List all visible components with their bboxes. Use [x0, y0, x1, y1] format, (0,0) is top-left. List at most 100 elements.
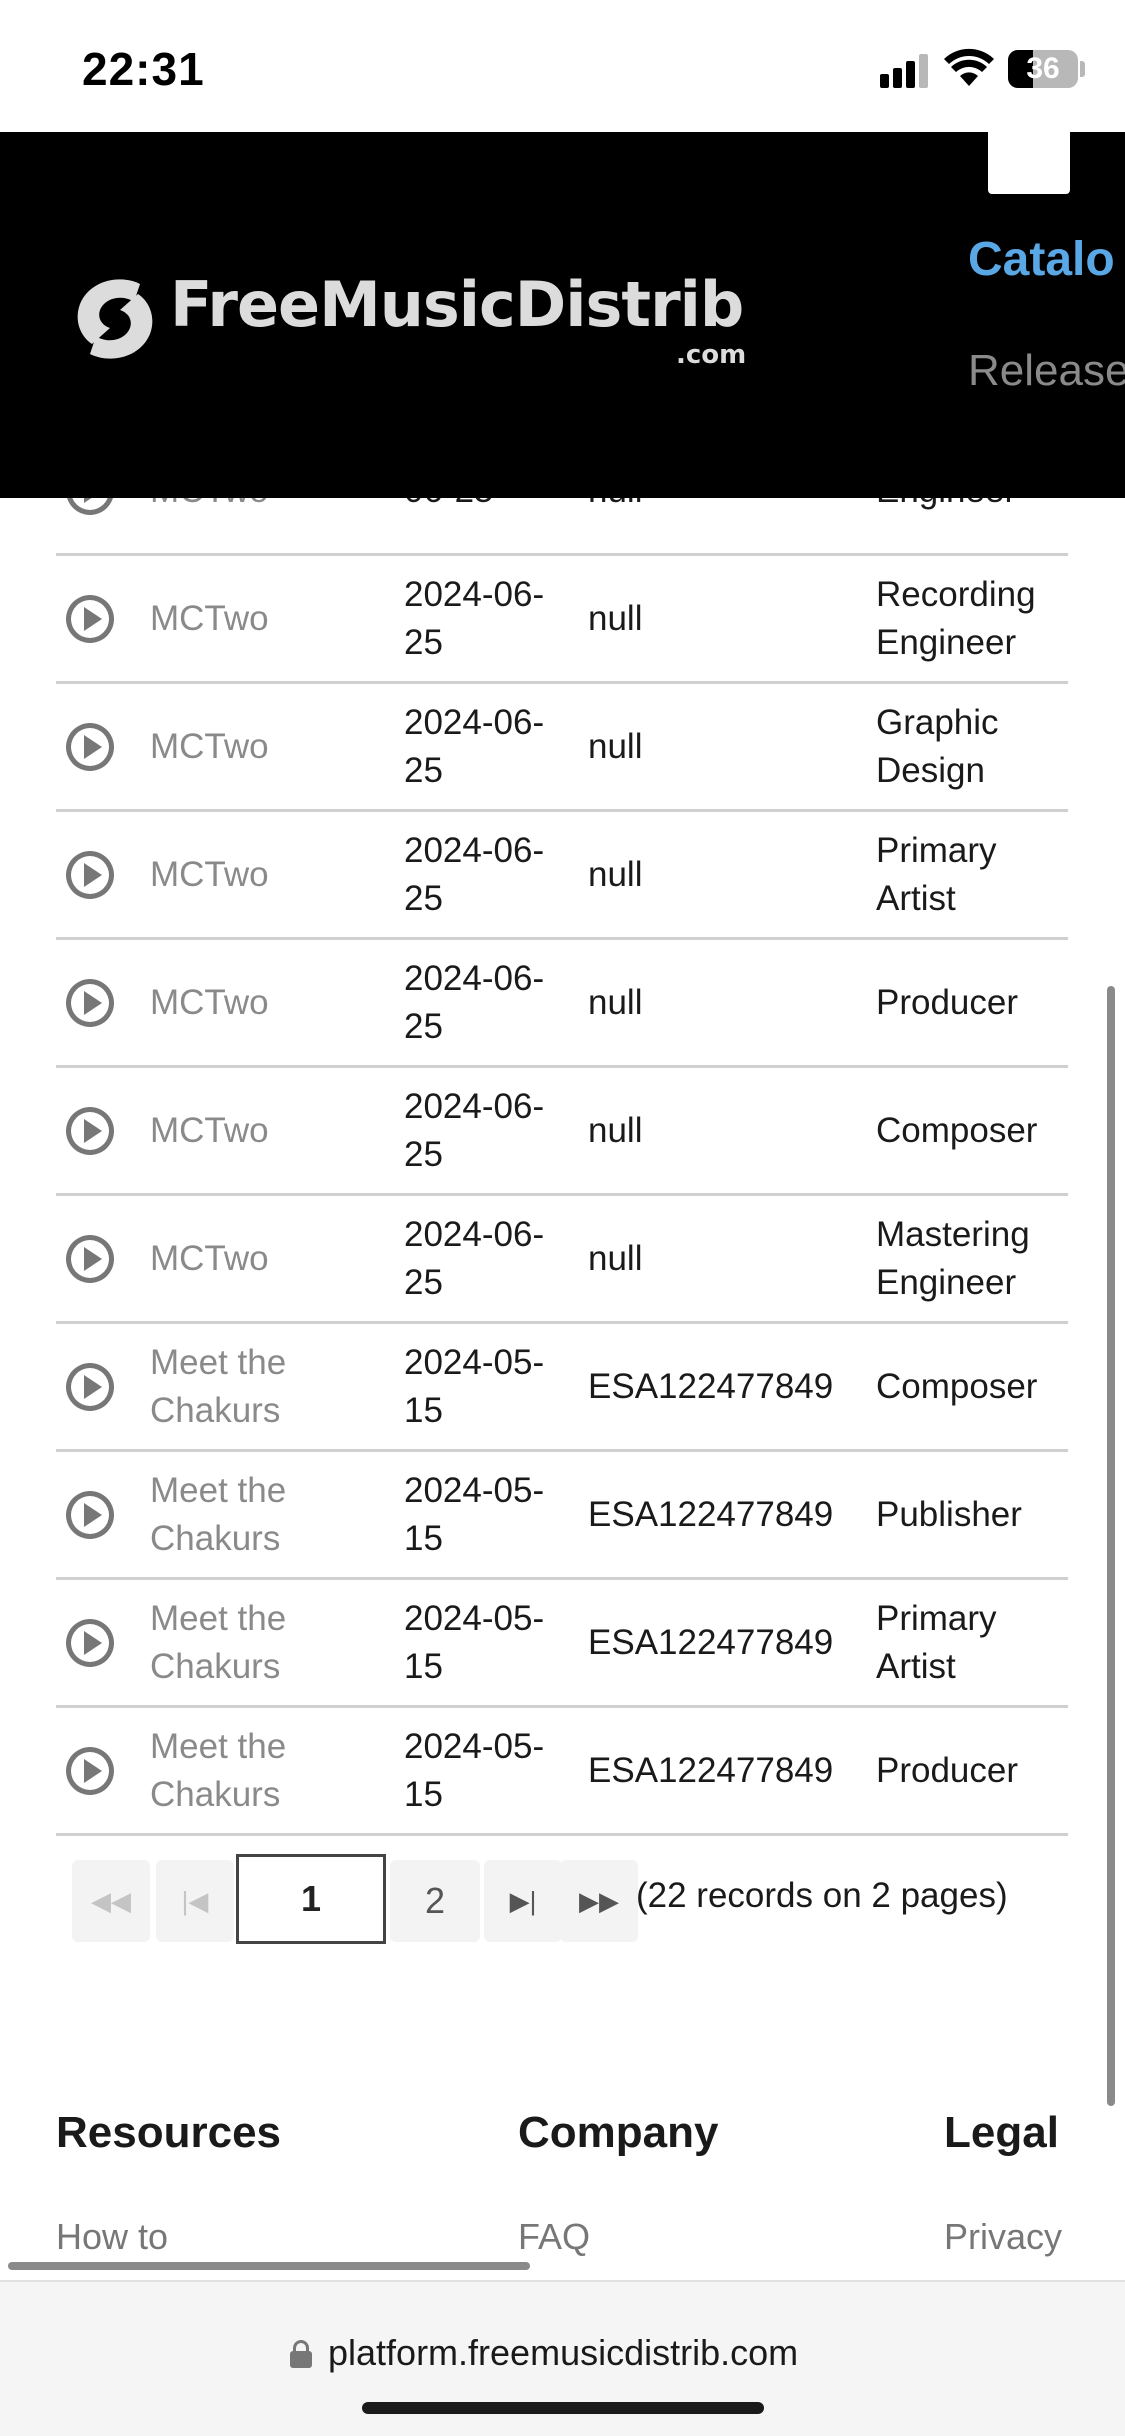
isrc-code: null — [588, 982, 643, 1022]
menu-toggle-button[interactable] — [988, 132, 1070, 194]
play-icon[interactable] — [66, 594, 114, 643]
release-date: 2024-05-15 — [404, 1726, 545, 1814]
footer-link-privacy[interactable]: Privacy — [944, 2216, 1062, 2258]
url-text[interactable]: platform.freemusicdistrib.com — [328, 2332, 798, 2374]
play-icon[interactable] — [66, 1234, 114, 1283]
release-date: 2024-06-25 — [404, 958, 545, 1046]
vertical-scrollbar[interactable] — [1107, 986, 1115, 2106]
table-row[interactable]: Meet the Chakurs 2024-05-15 ESA122477849 Co… — [56, 1324, 1068, 1452]
play-cell[interactable] — [66, 1580, 116, 1705]
play-icon[interactable] — [66, 850, 114, 899]
release-date: 2024-05-15 — [404, 1470, 545, 1558]
release-date: 2024-06-25 — [404, 574, 545, 662]
table-row[interactable]: Meet the Chakurs 2024-05-15 ESA122477849 Pu… — [56, 1452, 1068, 1580]
track-title: Meet the Chakurs — [150, 1342, 287, 1430]
pagination: ◀◀ |◀ 1 2 ▶| ▶▶ (22 records on 2 pages) — [72, 1854, 1072, 1944]
contributor-role: Graphic Design — [876, 702, 999, 790]
site-header: FreeMusicDistrib .com Catalo Release — [0, 132, 1125, 498]
contributor-role: Primary Artist — [876, 1598, 997, 1686]
contributor-role: Producer — [876, 1750, 1019, 1790]
table-row[interactable]: MCTwo 2024-06-25 null Producer — [56, 940, 1068, 1068]
contributor-role: Mastering Engineer — [876, 1214, 1030, 1302]
play-cell[interactable] — [66, 1196, 116, 1321]
contributor-role: Composer — [876, 1110, 1038, 1150]
table-row[interactable]: Meet the Chakurs 2024-05-15 ESA122477849 Pr… — [56, 1580, 1068, 1708]
horizontal-scrollbar[interactable] — [8, 2262, 530, 2270]
battery-level: 36 — [1026, 52, 1060, 85]
play-icon[interactable] — [66, 1490, 114, 1539]
last-page-button[interactable]: ▶▶ — [560, 1860, 638, 1942]
table-row[interactable]: MCTwo 2024-06-25 null Mastering Engineer — [56, 1196, 1068, 1324]
track-title: MCTwo — [150, 854, 269, 894]
table-row[interactable]: MCTwo 2024-06-25 null Composer — [56, 1068, 1068, 1196]
status-bar: 22:31 36 — [0, 0, 1125, 132]
isrc-code: ESA122477849 — [588, 1750, 834, 1790]
isrc-code: null — [588, 726, 643, 766]
track-title: MCTwo — [150, 1110, 269, 1150]
prev-page-button[interactable]: |◀ — [156, 1860, 234, 1942]
footer-link-faq[interactable]: FAQ — [518, 2216, 590, 2258]
play-icon[interactable] — [66, 978, 114, 1027]
footer-link-how-to[interactable]: How to — [56, 2216, 168, 2258]
logo-domain: .com — [676, 340, 747, 370]
current-page[interactable]: 1 — [236, 1854, 386, 1944]
track-title: Meet the Chakurs — [150, 1470, 287, 1558]
nav-releases-link[interactable]: Release — [968, 346, 1125, 396]
contributor-role: Publisher — [876, 1494, 1022, 1534]
table-row[interactable]: MCTwo 2024-06-25 null Primary Artist — [56, 812, 1068, 940]
footer-resources-heading: Resources — [56, 2108, 282, 2157]
release-date: 2024-05-15 — [404, 1598, 545, 1686]
first-page-button[interactable]: ◀◀ — [72, 1860, 150, 1942]
release-date: 2024-06-25 — [404, 1214, 545, 1302]
play-cell[interactable] — [66, 940, 116, 1065]
track-title: MCTwo — [150, 982, 269, 1022]
play-icon[interactable] — [66, 1746, 114, 1795]
track-title: MCTwo — [150, 1238, 269, 1278]
play-icon[interactable] — [66, 1618, 114, 1667]
nav-catalog-link[interactable]: Catalo — [968, 232, 1115, 287]
site-logo[interactable]: FreeMusicDistrib .com — [70, 268, 760, 370]
next-page-button[interactable]: ▶| — [484, 1860, 562, 1942]
play-cell[interactable] — [66, 812, 116, 937]
play-icon[interactable] — [66, 1106, 114, 1155]
play-cell[interactable] — [66, 556, 116, 681]
release-date: 2024-06-25 — [404, 1086, 545, 1174]
release-date: 2024-05-15 — [404, 1342, 545, 1430]
footer-company-heading: Company — [518, 2108, 719, 2157]
track-title: Meet the Chakurs — [150, 1726, 287, 1814]
isrc-code: null — [588, 854, 643, 894]
track-title: Meet the Chakurs — [150, 1598, 287, 1686]
cellular-signal-icon — [880, 52, 932, 88]
status-time: 22:31 — [82, 43, 205, 95]
play-icon[interactable] — [66, 1362, 114, 1411]
contributor-role: Producer — [876, 982, 1019, 1022]
contributor-role: Recording Engineer — [876, 574, 1036, 662]
play-icon[interactable] — [66, 722, 114, 771]
release-date: 2024-06-25 — [404, 702, 545, 790]
home-indicator[interactable] — [362, 2402, 764, 2414]
pagination-info: (22 records on 2 pages) — [636, 1876, 1008, 1915]
isrc-code: null — [588, 598, 643, 638]
isrc-code: null — [588, 1110, 643, 1150]
release-date: 2024-06-25 — [404, 830, 545, 918]
track-title: MCTwo — [150, 598, 269, 638]
play-cell[interactable] — [66, 1452, 116, 1577]
play-cell[interactable] — [66, 1068, 116, 1193]
table-row[interactable]: Meet the Chakurs 2024-05-15 ESA122477849 Pr… — [56, 1708, 1068, 1836]
wifi-icon — [944, 48, 994, 86]
logo-text: FreeMusicDistrib — [170, 268, 744, 341]
isrc-code: ESA122477849 — [588, 1494, 834, 1534]
play-cell[interactable] — [66, 1324, 116, 1449]
play-cell[interactable] — [66, 684, 116, 809]
footer-legal-heading: Legal — [944, 2108, 1059, 2157]
battery-icon: 36 — [1008, 50, 1078, 88]
table-row[interactable]: MCTwo 2024-06-25 null Recording Engineer — [56, 556, 1068, 684]
play-cell[interactable] — [66, 1708, 116, 1833]
table-row[interactable]: MCTwo 2024-06-25 null Graphic Design — [56, 684, 1068, 812]
browser-address-bar[interactable]: platform.freemusicdistrib.com — [0, 2280, 1125, 2436]
contributor-role: Primary Artist — [876, 830, 997, 918]
isrc-code: ESA122477849 — [588, 1366, 834, 1406]
contributor-role: Composer — [876, 1366, 1038, 1406]
page-2-button[interactable]: 2 — [390, 1860, 480, 1942]
track-title: MCTwo — [150, 726, 269, 766]
